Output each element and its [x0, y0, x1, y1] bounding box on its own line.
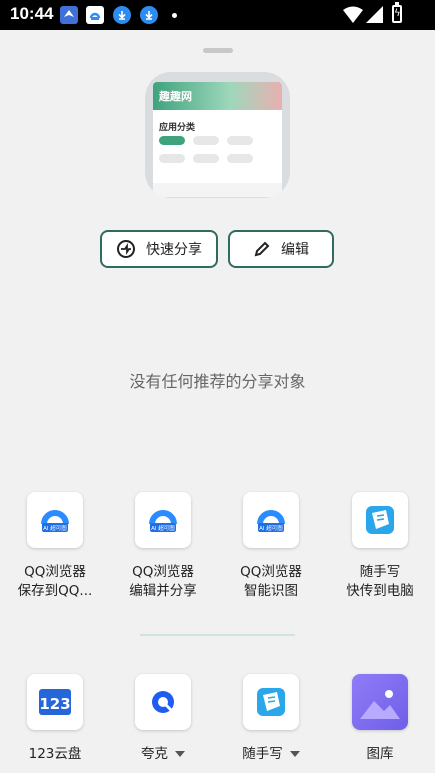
qq-browser-icon: AI 超可图 [135, 492, 191, 548]
quick-share-label: 快速分享 [146, 242, 202, 258]
status-bar: 10:44 ϟ [0, 0, 435, 30]
edit-button[interactable]: 编辑 [228, 230, 334, 268]
direct-share-label: 随手写 快传到电脑 [346, 564, 414, 599]
edit-label: 编辑 [281, 242, 309, 258]
preview-chip [193, 136, 219, 145]
notes-icon [352, 492, 408, 548]
preview-screenshot: 趣趣网 应用分类 [153, 82, 282, 197]
wifi-icon [343, 6, 363, 23]
app-target-quark[interactable]: 夸克 [113, 674, 213, 764]
svg-text:AI 超可图: AI 超可图 [259, 524, 283, 532]
app-target-gallery[interactable]: 图库 [330, 674, 430, 764]
preview-logo: 趣趣网 [159, 90, 192, 103]
direct-share-target[interactable]: AI 超可图 QQ浏览器 保存到QQ... [5, 492, 105, 601]
123-cloud-icon: 123 [27, 674, 83, 730]
battery-icon: ϟ [392, 2, 402, 23]
no-recommendations-message: 没有任何推荐的分享对象 [129, 372, 306, 391]
section-divider [140, 634, 295, 636]
preview-chip [159, 154, 185, 163]
qq-browser-icon: AI 超可图 [243, 492, 299, 548]
more-notifications-dot [172, 13, 177, 18]
svg-text:123: 123 [39, 695, 70, 713]
bird-notification-icon [60, 6, 78, 24]
direct-share-label: QQ浏览器 智能识图 [240, 564, 302, 599]
preview-chip [193, 154, 219, 163]
app-label: 随手写 [221, 745, 321, 764]
app-target-123-cloud[interactable]: 123 123云盘 [5, 674, 105, 764]
qq-browser-notification-icon [86, 6, 104, 24]
download-icon [113, 6, 131, 24]
chevron-down-icon[interactable] [175, 751, 185, 757]
quick-share-button[interactable]: 快速分享 [100, 230, 218, 268]
signal-icon [366, 6, 383, 23]
shared-content-preview: 趣趣网 应用分类 [145, 72, 290, 198]
share-sheet: 趣趣网 应用分类 快速分享 编辑 没有任何推荐的分享对象 AI 超可图 QQ浏览… [0, 30, 435, 773]
app-label: 夸克 [113, 745, 213, 764]
direct-share-target[interactable]: AI 超可图 QQ浏览器 编辑并分享 [113, 492, 213, 601]
download-icon [140, 6, 158, 24]
gallery-icon [352, 674, 408, 730]
svg-text:AI 超可图: AI 超可图 [151, 524, 175, 532]
direct-share-label: QQ浏览器 编辑并分享 [129, 564, 197, 599]
qq-browser-icon: AI 超可图 [27, 492, 83, 548]
direct-share-target[interactable]: 随手写 快传到电脑 [330, 492, 430, 601]
preview-chip [227, 136, 253, 145]
preview-chip [159, 136, 185, 145]
direct-share-target[interactable]: AI 超可图 QQ浏览器 智能识图 [221, 492, 321, 601]
preview-footer [153, 183, 282, 197]
chevron-down-icon[interactable] [289, 751, 300, 757]
drag-handle[interactable] [203, 48, 233, 53]
preview-header: 趣趣网 [153, 82, 282, 110]
pencil-icon [254, 241, 270, 257]
quick-share-icon [117, 240, 135, 258]
app-label: 图库 [366, 746, 394, 762]
status-time: 10:44 [10, 4, 54, 23]
preview-chip [227, 154, 253, 163]
app-target-notes[interactable]: 随手写 [221, 674, 321, 764]
preview-heading: 应用分类 [159, 123, 196, 133]
svg-text:AI 超可图: AI 超可图 [43, 524, 67, 532]
direct-share-label: QQ浏览器 保存到QQ... [17, 564, 93, 599]
app-label: 123云盘 [28, 746, 82, 762]
quark-icon [135, 674, 191, 730]
notes-icon [243, 674, 299, 730]
